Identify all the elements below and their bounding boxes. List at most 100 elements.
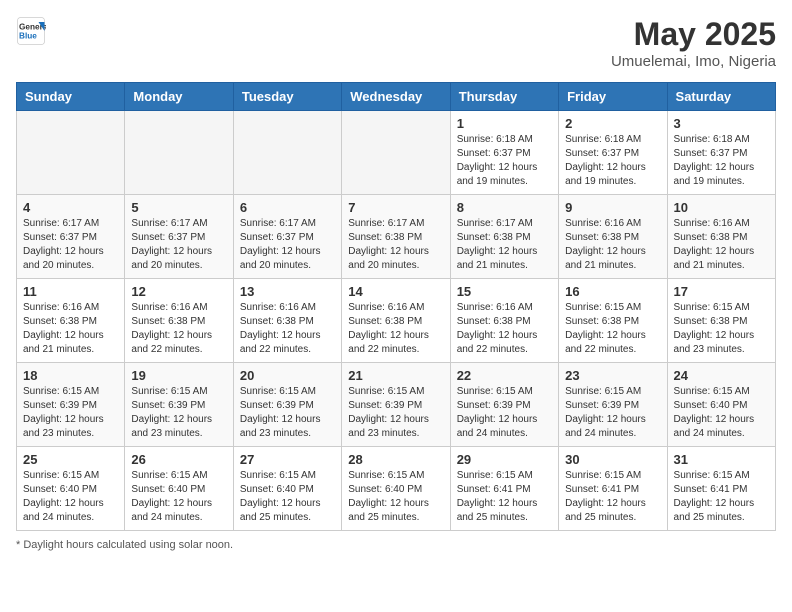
calendar-day-cell: 23 Sunrise: 6:15 AM Sunset: 6:39 PM Dayli… xyxy=(559,363,667,447)
day-number: 26 xyxy=(131,452,226,467)
month-title: May 2025 xyxy=(611,16,776,53)
day-number: 15 xyxy=(457,284,552,299)
day-info: Sunrise: 6:15 AM Sunset: 6:41 PM Dayligh… xyxy=(457,469,552,525)
calendar-day-cell xyxy=(125,111,233,195)
day-info: Sunrise: 6:16 AM Sunset: 6:38 PM Dayligh… xyxy=(565,217,660,273)
weekday-header-saturday: Saturday xyxy=(667,83,775,111)
calendar-table: SundayMondayTuesdayWednesdayThursdayFrid… xyxy=(16,82,776,531)
day-number: 12 xyxy=(131,284,226,299)
day-number: 8 xyxy=(457,200,552,215)
day-info: Sunrise: 6:15 AM Sunset: 6:40 PM Dayligh… xyxy=(23,469,118,525)
day-number: 24 xyxy=(674,368,769,383)
calendar-day-cell: 13 Sunrise: 6:16 AM Sunset: 6:38 PM Dayli… xyxy=(233,279,341,363)
footer-note-text: Daylight hours xyxy=(23,539,93,551)
calendar-day-cell: 26 Sunrise: 6:15 AM Sunset: 6:40 PM Dayli… xyxy=(125,447,233,531)
day-info: Sunrise: 6:15 AM Sunset: 6:40 PM Dayligh… xyxy=(131,469,226,525)
day-info: Sunrise: 6:16 AM Sunset: 6:38 PM Dayligh… xyxy=(457,301,552,357)
title-area: May 2025 Umuelemai, Imo, Nigeria xyxy=(611,16,776,70)
calendar-day-cell: 22Sunrise: 6:15 AM Sunset: 6:39 PM Dayli… xyxy=(450,363,558,447)
calendar-day-cell: 12 Sunrise: 6:16 AM Sunset: 6:38 PM Dayli… xyxy=(125,279,233,363)
calendar-day-cell xyxy=(342,111,450,195)
calendar-day-cell: 31Sunrise: 6:15 AM Sunset: 6:41 PM Dayli… xyxy=(667,447,775,531)
day-info: Sunrise: 6:17 AM Sunset: 6:38 PM Dayligh… xyxy=(348,217,443,273)
day-info: Sunrise: 6:15 AM Sunset: 6:38 PM Dayligh… xyxy=(565,301,660,357)
weekday-header-tuesday: Tuesday xyxy=(233,83,341,111)
calendar-week-row: 18 Sunrise: 6:15 AM Sunset: 6:39 PM Dayli… xyxy=(17,363,776,447)
day-number: 5 xyxy=(131,200,226,215)
day-number: 27 xyxy=(240,452,335,467)
weekday-header-row: SundayMondayTuesdayWednesdayThursdayFrid… xyxy=(17,83,776,111)
day-info: Sunrise: 6:15 AM Sunset: 6:39 PM Dayligh… xyxy=(457,385,552,441)
day-info: Sunrise: 6:15 AM Sunset: 6:40 PM Dayligh… xyxy=(348,469,443,525)
weekday-header-wednesday: Wednesday xyxy=(342,83,450,111)
day-number: 23 xyxy=(565,368,660,383)
calendar-week-row: 4 Sunrise: 6:17 AM Sunset: 6:37 PM Daylig… xyxy=(17,195,776,279)
day-info: Sunrise: 6:16 AM Sunset: 6:38 PM Dayligh… xyxy=(131,301,226,357)
day-info: Sunrise: 6:15 AM Sunset: 6:40 PM Dayligh… xyxy=(674,385,769,441)
calendar-day-cell: 28 Sunrise: 6:15 AM Sunset: 6:40 PM Dayli… xyxy=(342,447,450,531)
day-info: Sunrise: 6:16 AM Sunset: 6:38 PM Dayligh… xyxy=(348,301,443,357)
day-info: Sunrise: 6:18 AM Sunset: 6:37 PM Dayligh… xyxy=(674,133,769,189)
day-info: Sunrise: 6:15 AM Sunset: 6:39 PM Dayligh… xyxy=(23,385,118,441)
svg-text:Blue: Blue xyxy=(19,32,37,41)
calendar-day-cell: 8Sunrise: 6:17 AM Sunset: 6:38 PM Daylig… xyxy=(450,195,558,279)
weekday-header-thursday: Thursday xyxy=(450,83,558,111)
logo: General Blue xyxy=(16,16,50,46)
day-info: Sunrise: 6:15 AM Sunset: 6:40 PM Dayligh… xyxy=(240,469,335,525)
day-info: Sunrise: 6:15 AM Sunset: 6:39 PM Dayligh… xyxy=(131,385,226,441)
day-number: 31 xyxy=(674,452,769,467)
weekday-header-monday: Monday xyxy=(125,83,233,111)
day-number: 16 xyxy=(565,284,660,299)
day-number: 20 xyxy=(240,368,335,383)
day-number: 25 xyxy=(23,452,118,467)
day-number: 14 xyxy=(348,284,443,299)
day-number: 1 xyxy=(457,116,552,131)
calendar-day-cell xyxy=(233,111,341,195)
calendar-day-cell: 15 Sunrise: 6:16 AM Sunset: 6:38 PM Dayli… xyxy=(450,279,558,363)
day-number: 9 xyxy=(565,200,660,215)
calendar-day-cell: 19 Sunrise: 6:15 AM Sunset: 6:39 PM Dayli… xyxy=(125,363,233,447)
day-number: 2 xyxy=(565,116,660,131)
weekday-header-friday: Friday xyxy=(559,83,667,111)
weekday-header-sunday: Sunday xyxy=(17,83,125,111)
day-info: Sunrise: 6:15 AM Sunset: 6:39 PM Dayligh… xyxy=(565,385,660,441)
calendar-day-cell: 18 Sunrise: 6:15 AM Sunset: 6:39 PM Dayli… xyxy=(17,363,125,447)
day-info: Sunrise: 6:16 AM Sunset: 6:38 PM Dayligh… xyxy=(240,301,335,357)
day-info: Sunrise: 6:15 AM Sunset: 6:38 PM Dayligh… xyxy=(674,301,769,357)
day-number: 28 xyxy=(348,452,443,467)
day-info: Sunrise: 6:17 AM Sunset: 6:37 PM Dayligh… xyxy=(23,217,118,273)
day-number: 29 xyxy=(457,452,552,467)
day-number: 10 xyxy=(674,200,769,215)
day-number: 7 xyxy=(348,200,443,215)
calendar-day-cell: 5 Sunrise: 6:17 AM Sunset: 6:37 PM Daylig… xyxy=(125,195,233,279)
day-number: 19 xyxy=(131,368,226,383)
day-info: Sunrise: 6:15 AM Sunset: 6:41 PM Dayligh… xyxy=(565,469,660,525)
day-info: Sunrise: 6:17 AM Sunset: 6:37 PM Dayligh… xyxy=(240,217,335,273)
calendar-day-cell: 24 Sunrise: 6:15 AM Sunset: 6:40 PM Dayli… xyxy=(667,363,775,447)
day-number: 30 xyxy=(565,452,660,467)
calendar-day-cell: 14 Sunrise: 6:16 AM Sunset: 6:38 PM Dayli… xyxy=(342,279,450,363)
day-number: 4 xyxy=(23,200,118,215)
day-info: Sunrise: 6:17 AM Sunset: 6:37 PM Dayligh… xyxy=(131,217,226,273)
calendar-day-cell: 21 Sunrise: 6:15 AM Sunset: 6:39 PM Dayli… xyxy=(342,363,450,447)
day-number: 21 xyxy=(348,368,443,383)
calendar-day-cell: 1 Sunrise: 6:18 AM Sunset: 6:37 PM Daylig… xyxy=(450,111,558,195)
calendar-day-cell: 11Sunrise: 6:16 AM Sunset: 6:38 PM Dayli… xyxy=(17,279,125,363)
day-info: Sunrise: 6:15 AM Sunset: 6:39 PM Dayligh… xyxy=(240,385,335,441)
calendar-day-cell: 6Sunrise: 6:17 AM Sunset: 6:37 PM Daylig… xyxy=(233,195,341,279)
calendar-day-cell: 20 Sunrise: 6:15 AM Sunset: 6:39 PM Dayli… xyxy=(233,363,341,447)
calendar-week-row: 1 Sunrise: 6:18 AM Sunset: 6:37 PM Daylig… xyxy=(17,111,776,195)
calendar-day-cell: 9 Sunrise: 6:16 AM Sunset: 6:38 PM Daylig… xyxy=(559,195,667,279)
day-info: Sunrise: 6:16 AM Sunset: 6:38 PM Dayligh… xyxy=(674,217,769,273)
day-info: Sunrise: 6:18 AM Sunset: 6:37 PM Dayligh… xyxy=(457,133,552,189)
calendar-day-cell: 29 Sunrise: 6:15 AM Sunset: 6:41 PM Dayli… xyxy=(450,447,558,531)
day-info: Sunrise: 6:15 AM Sunset: 6:39 PM Dayligh… xyxy=(348,385,443,441)
calendar-day-cell xyxy=(17,111,125,195)
day-number: 13 xyxy=(240,284,335,299)
calendar-week-row: 25 Sunrise: 6:15 AM Sunset: 6:40 PM Dayli… xyxy=(17,447,776,531)
calendar-day-cell: 25 Sunrise: 6:15 AM Sunset: 6:40 PM Dayli… xyxy=(17,447,125,531)
day-number: 3 xyxy=(674,116,769,131)
day-number: 18 xyxy=(23,368,118,383)
location-title: Umuelemai, Imo, Nigeria xyxy=(611,53,776,70)
calendar-day-cell: 3 Sunrise: 6:18 AM Sunset: 6:37 PM Daylig… xyxy=(667,111,775,195)
